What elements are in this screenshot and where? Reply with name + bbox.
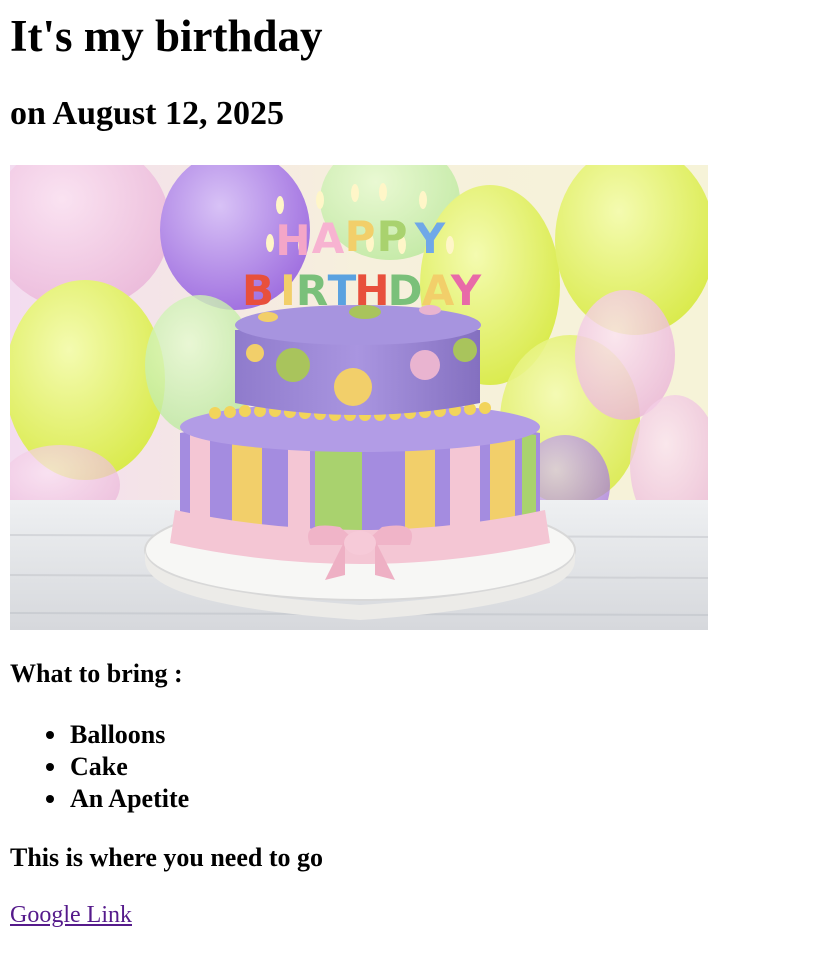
svg-text:I: I — [280, 266, 296, 315]
birthday-cake-image: H A P P Y B I R T H D A Y — [10, 165, 708, 630]
svg-text:H: H — [354, 266, 389, 315]
list-item-label: Cake — [70, 752, 128, 781]
svg-text:B: B — [242, 266, 274, 315]
svg-text:D: D — [388, 266, 423, 315]
svg-text:P: P — [377, 212, 408, 261]
list-item-label: Balloons — [70, 720, 166, 749]
list-item: An Apetite — [10, 783, 189, 815]
svg-text:A: A — [422, 266, 455, 315]
bring-list: Balloons Cake An Apetite — [10, 719, 189, 815]
list-item: Cake — [10, 751, 189, 783]
list-item-label: An Apetite — [70, 784, 190, 813]
svg-text:H: H — [275, 216, 310, 265]
svg-text:P: P — [345, 212, 376, 261]
svg-text:Y: Y — [414, 214, 446, 263]
list-item: Balloons — [10, 719, 189, 751]
bullet-icon — [46, 795, 54, 803]
bring-heading: What to bring : — [10, 659, 183, 688]
directions-heading: This is where you need to go — [10, 843, 323, 872]
svg-text:T: T — [328, 266, 357, 315]
svg-text:A: A — [312, 214, 345, 263]
bullet-icon — [46, 731, 54, 739]
google-link[interactable]: Google Link — [10, 900, 132, 930]
page-title: It's my birthday — [10, 11, 323, 61]
bullet-icon — [46, 763, 54, 771]
svg-text:Y: Y — [450, 266, 482, 315]
event-date: on August 12, 2025 — [10, 95, 284, 132]
svg-text:R: R — [296, 266, 328, 315]
